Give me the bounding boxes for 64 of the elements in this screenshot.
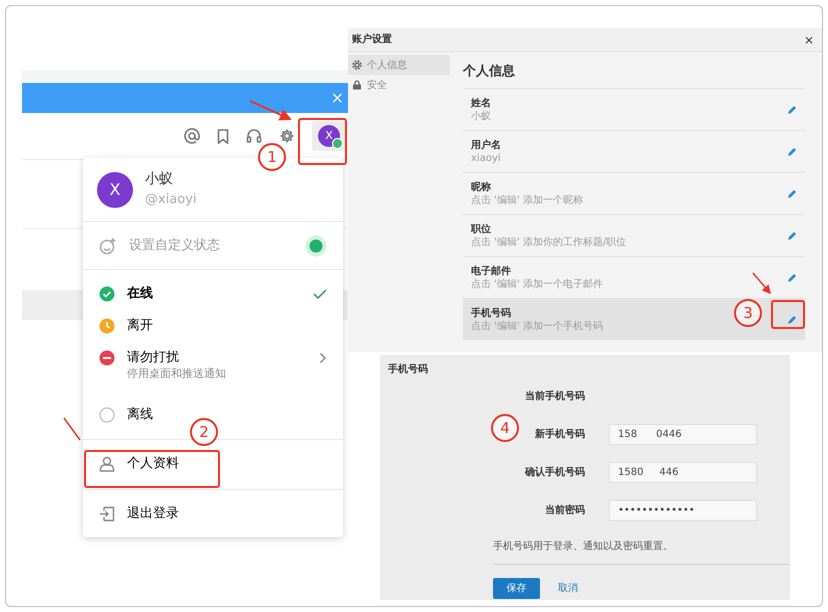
highlight-frame — [771, 300, 805, 329]
field-label: 职位 — [471, 222, 492, 236]
pointer-arrow — [752, 272, 771, 294]
field-label: 新手机号码 — [535, 429, 585, 440]
field-label: 手机号码 — [471, 306, 512, 320]
field-value: xiaoyi — [471, 152, 501, 164]
close-button[interactable]: × — [804, 34, 814, 46]
highlight-frame — [298, 118, 347, 165]
status-item[interactable]: 离开 — [83, 310, 343, 342]
status-dot-icon — [305, 234, 327, 256]
field-label: 昵称 — [471, 180, 492, 194]
gear-icon — [352, 60, 362, 70]
pencil-icon[interactable] — [787, 272, 797, 282]
field-label: 当前密码 — [545, 505, 585, 516]
window-title: 账户设置 — [352, 32, 392, 47]
field-value: 点击 '编辑' 添加一个电子邮件 — [471, 278, 603, 290]
field-label: 确认手机号码 — [525, 467, 585, 478]
field-label: 用户名 — [471, 138, 501, 152]
at-icon[interactable] — [184, 128, 200, 144]
field-value: 点击 '编辑' 添加一个昵称 — [471, 194, 583, 206]
user-handle: @xiaoyi — [145, 191, 197, 210]
chevron-right-icon — [319, 352, 327, 364]
step-number: 1 — [258, 143, 286, 171]
step-number: 3 — [734, 299, 762, 327]
checkmark-icon — [313, 288, 327, 300]
gear-icon[interactable] — [279, 128, 295, 144]
avatar-button[interactable]: X — [312, 121, 346, 151]
step-number: 4 — [491, 414, 519, 442]
status-description: 停用桌面和推送通知 — [127, 366, 227, 382]
field-value: 小蚁 — [471, 110, 491, 122]
field-label: 当前手机号码 — [525, 391, 585, 402]
input-field[interactable]: 158 0446 — [609, 424, 757, 445]
menu-item[interactable]: 退出登录 — [83, 488, 343, 538]
pencil-icon[interactable] — [787, 230, 797, 240]
offline-status-icon — [99, 406, 115, 422]
input-field[interactable]: ••••••••••••• — [609, 500, 757, 521]
emoji-add-icon — [99, 236, 117, 254]
pencil-icon[interactable] — [787, 146, 797, 156]
field-label: 姓名 — [471, 96, 491, 110]
step-number: 2 — [190, 418, 218, 446]
dialog-title: 手机号码 — [387, 362, 429, 377]
logout-icon — [99, 506, 115, 522]
pencil-icon[interactable] — [787, 104, 797, 114]
pencil-icon[interactable] — [787, 314, 797, 324]
user-avatar: X — [97, 172, 133, 208]
field-label: 电子邮件 — [471, 264, 512, 278]
cancel-link[interactable]: 取消 — [558, 581, 578, 596]
lock-icon — [352, 80, 362, 90]
field-value: 点击 '编辑' 添加你的工作标题/职位 — [471, 236, 626, 248]
person-icon — [99, 456, 115, 472]
bookmark-icon[interactable] — [217, 128, 229, 144]
user-name: 小蚁 — [145, 170, 174, 190]
clock-icon — [99, 318, 115, 334]
pointer-arrow — [250, 100, 292, 120]
section-heading: 个人信息 — [463, 63, 516, 82]
pencil-icon[interactable] — [787, 188, 797, 198]
input-field[interactable]: 1580 446 — [609, 462, 757, 483]
online-status-icon — [99, 286, 115, 302]
status-item[interactable]: 在线 — [83, 278, 343, 310]
field-value: 点击 '编辑' 添加一个手机号码 — [471, 320, 603, 332]
do-not-disturb-icon — [99, 350, 115, 366]
headset-icon[interactable] — [246, 128, 262, 144]
help-text: 手机号码用于登录、通知以及密码重置。 — [493, 540, 674, 554]
save-button[interactable]: 保存 — [493, 578, 540, 599]
